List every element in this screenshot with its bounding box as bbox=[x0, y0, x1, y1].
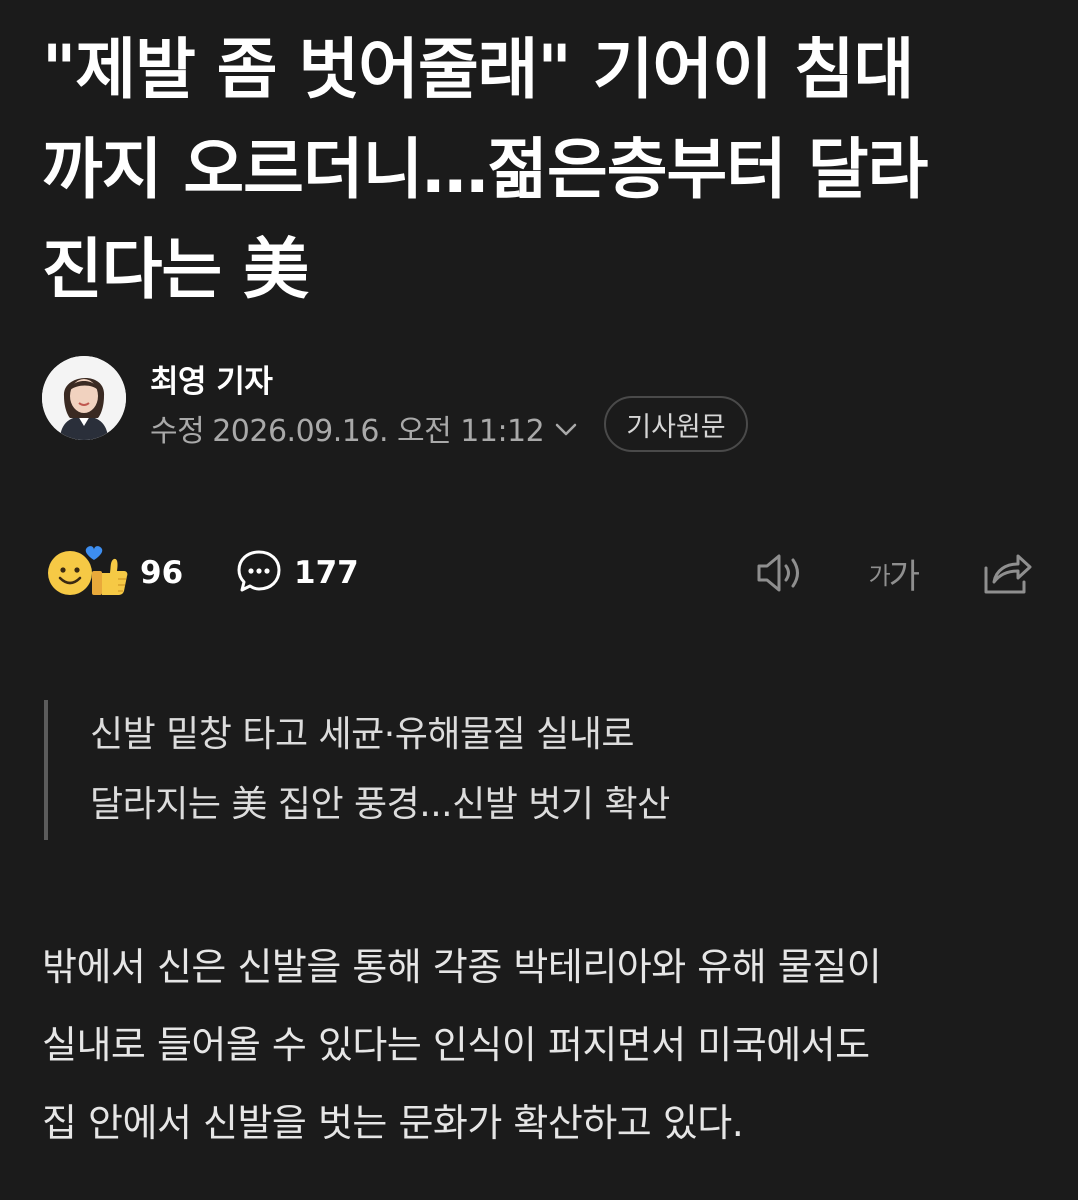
original-article-button[interactable]: 기사원문 bbox=[604, 396, 748, 452]
reaction-button[interactable]: 96 bbox=[44, 538, 183, 608]
body-line: 집 안에서 신발을 벗는 문화가 확산하고 있다. bbox=[42, 1101, 744, 1145]
article-summary: 신발 밑창 타고 세균·유해물질 실내로 달라지는 美 집안 풍경...신발 벗… bbox=[44, 700, 1024, 840]
updated-label: 수정 bbox=[150, 414, 205, 449]
share-icon[interactable] bbox=[980, 548, 1034, 598]
reporter-name[interactable]: 최영 기자 bbox=[150, 356, 273, 401]
speaker-icon[interactable] bbox=[753, 548, 807, 598]
updated-meta: 수정 2026.09.16. 오전 11:12 기사원문 bbox=[150, 396, 748, 452]
comment-count: 177 bbox=[294, 555, 359, 591]
speech-bubble-icon bbox=[234, 546, 284, 600]
smile-thumbs-up-icon bbox=[44, 543, 130, 603]
font-size-button[interactable]: 가가 bbox=[868, 549, 920, 598]
reporter-avatar[interactable] bbox=[42, 356, 126, 440]
updated-date: 2026.09.16. 오전 11:12 bbox=[212, 414, 545, 449]
summary-line: 신발 밑창 타고 세균·유해물질 실내로 bbox=[90, 714, 635, 755]
article-toolbar: 96 177 가가 bbox=[44, 538, 1034, 608]
summary-line: 달라지는 美 집안 풍경...신발 벗기 확산 bbox=[90, 784, 670, 825]
body-line: 밖에서 신은 신발을 통해 각종 박테리아와 유해 물질이 bbox=[42, 945, 882, 989]
reporter-photo-icon bbox=[42, 356, 126, 440]
article-body: 밖에서 신은 신발을 통해 각종 박테리아와 유해 물질이 실내로 들어올 수 … bbox=[42, 928, 1042, 1162]
comments-button[interactable]: 177 bbox=[234, 538, 359, 608]
body-line: 실내로 들어올 수 있다는 인식이 퍼지면서 미국에서도 bbox=[42, 1023, 870, 1067]
font-size-large-label: 가 bbox=[888, 556, 920, 597]
font-size-small-label: 가 bbox=[868, 561, 891, 590]
chevron-down-icon[interactable] bbox=[552, 415, 580, 443]
article-tools: 가가 bbox=[691, 538, 1034, 608]
headline-line: 진다는 美 bbox=[42, 231, 309, 308]
article-headline: "제발 좀 벗어줄래" 기어이 침대 까지 오르더니…젊은층부터 달라 진다는 … bbox=[42, 20, 1042, 320]
reaction-count: 96 bbox=[140, 555, 184, 591]
headline-line: 까지 오르더니…젊은층부터 달라 bbox=[42, 131, 928, 208]
headline-line: "제발 좀 벗어줄래" 기어이 침대 bbox=[42, 31, 914, 108]
